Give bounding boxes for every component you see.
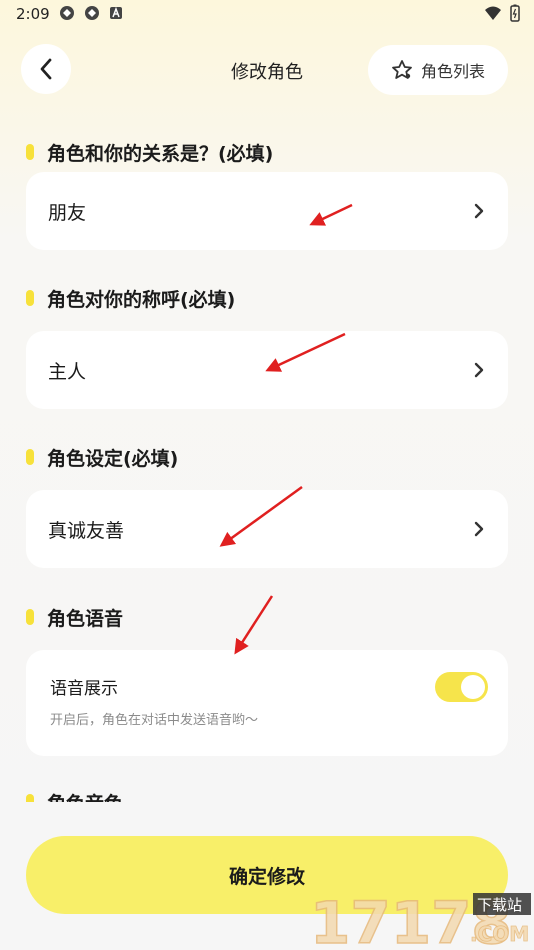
section-title-text: 角色对你的称呼(必填) — [47, 288, 236, 311]
section-title-text: 角色设定(必填) — [47, 447, 179, 470]
nickname-select[interactable]: 主人 — [26, 331, 508, 409]
section-marker — [26, 449, 34, 465]
section-marker — [26, 609, 34, 625]
chevron-right-icon — [474, 362, 484, 378]
chevron-right-icon — [474, 521, 484, 537]
nickname-value: 主人 — [48, 360, 87, 383]
section-title-nickname: 角色对你的称呼(必填) — [26, 285, 235, 311]
section-marker — [26, 290, 34, 306]
chevron-right-icon — [474, 203, 484, 219]
persona-select[interactable]: 真诚友善 — [26, 490, 508, 568]
relationship-value: 朋友 — [48, 201, 87, 224]
voice-display-card: 语音展示 开启后，角色在对话中发送语音哟～ — [26, 650, 508, 756]
voice-display-description: 开启后，角色在对话中发送语音哟～ — [50, 713, 259, 728]
wifi-icon — [485, 6, 501, 20]
role-list-label: 角色列表 — [420, 62, 485, 81]
status-time: 2:09 — [16, 5, 50, 23]
annotation-arrow — [234, 595, 274, 655]
section-title-timbre: 角色音色 — [26, 788, 123, 802]
section-title-relationship: 角色和你的关系是？(必填) — [26, 139, 273, 165]
a-badge-icon — [110, 6, 122, 19]
relationship-select[interactable]: 朋友 — [26, 172, 508, 250]
section-title-persona: 角色设定(必填) — [26, 444, 178, 470]
section-title-text: 角色和你的关系是？(必填) — [47, 142, 274, 165]
role-star-icon — [392, 60, 412, 79]
voice-display-title: 语音展示 — [50, 679, 118, 699]
voice-display-toggle[interactable] — [435, 672, 488, 702]
section-title-text: 角色音色 — [47, 791, 123, 802]
app-notification-icon — [60, 6, 74, 20]
status-bar: 2:09 — [0, 0, 534, 28]
toggle-knob — [461, 675, 485, 699]
svg-text:下载站: 下载站 — [477, 896, 522, 914]
role-list-button[interactable]: 角色列表 — [368, 45, 508, 95]
confirm-button-label: 确定修改 — [228, 865, 305, 888]
battery-icon — [510, 4, 520, 22]
app-notification-icon — [85, 6, 99, 20]
section-marker — [26, 144, 34, 160]
svg-text:.COM: .COM — [470, 922, 529, 946]
watermark-logo: 17178 下载站 .COM — [309, 888, 531, 950]
site-watermark: 17178 下载站 .COM — [308, 885, 534, 950]
section-marker — [26, 794, 34, 802]
section-title-text: 角色语音 — [47, 607, 124, 630]
section-title-voice: 角色语音 — [26, 604, 123, 630]
persona-value: 真诚友善 — [48, 519, 125, 542]
